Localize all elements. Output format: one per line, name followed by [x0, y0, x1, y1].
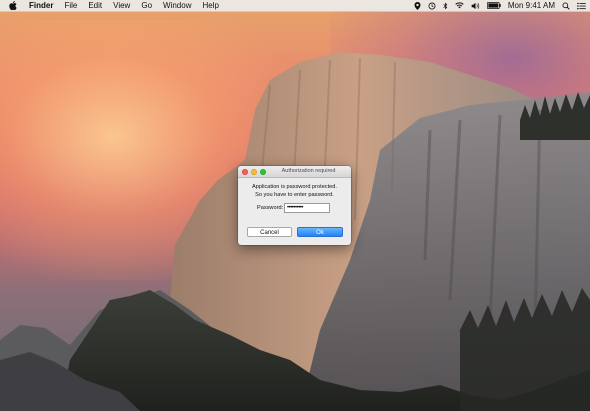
- menu-file[interactable]: File: [64, 1, 77, 10]
- spotlight-icon[interactable]: [562, 2, 570, 10]
- battery-icon[interactable]: [486, 2, 501, 9]
- wifi-icon[interactable]: [455, 2, 464, 9]
- time-machine-icon[interactable]: [428, 2, 436, 10]
- menu-bar: Finder File Edit View Go Window Help Mon…: [0, 0, 590, 12]
- dialog-title: Authorization required: [281, 168, 336, 174]
- zoom-button[interactable]: [260, 168, 266, 175]
- menu-clock[interactable]: Mon 9:41 AM: [508, 1, 555, 10]
- menu-view[interactable]: View: [113, 1, 130, 10]
- menu-edit[interactable]: Edit: [88, 1, 102, 10]
- volume-icon[interactable]: [471, 2, 480, 10]
- ok-button[interactable]: Ok: [297, 227, 343, 237]
- menu-app-name[interactable]: Finder: [29, 1, 53, 10]
- bluetooth-icon[interactable]: [443, 2, 448, 10]
- status-area: Mon 9:41 AM: [407, 0, 586, 11]
- dialog-message-line2: So you have to enter password.: [255, 192, 334, 198]
- minimize-button[interactable]: [251, 168, 257, 175]
- menu-go[interactable]: Go: [141, 1, 152, 10]
- dialog-message-line1: Application is password protected.: [252, 184, 337, 190]
- password-input[interactable]: ••••••••••: [284, 203, 330, 213]
- dialog-titlebar[interactable]: Authorization required: [238, 166, 351, 178]
- menu-window[interactable]: Window: [163, 1, 191, 10]
- password-label: Password:: [257, 205, 284, 211]
- menu-help[interactable]: Help: [202, 1, 218, 10]
- authorization-dialog: Authorization required Application is pa…: [238, 166, 351, 245]
- location-icon[interactable]: [414, 1, 421, 10]
- close-button[interactable]: [242, 168, 248, 175]
- cancel-button[interactable]: Cancel: [247, 227, 292, 237]
- notification-center-icon[interactable]: [577, 2, 586, 10]
- apple-menu-icon[interactable]: [7, 1, 19, 10]
